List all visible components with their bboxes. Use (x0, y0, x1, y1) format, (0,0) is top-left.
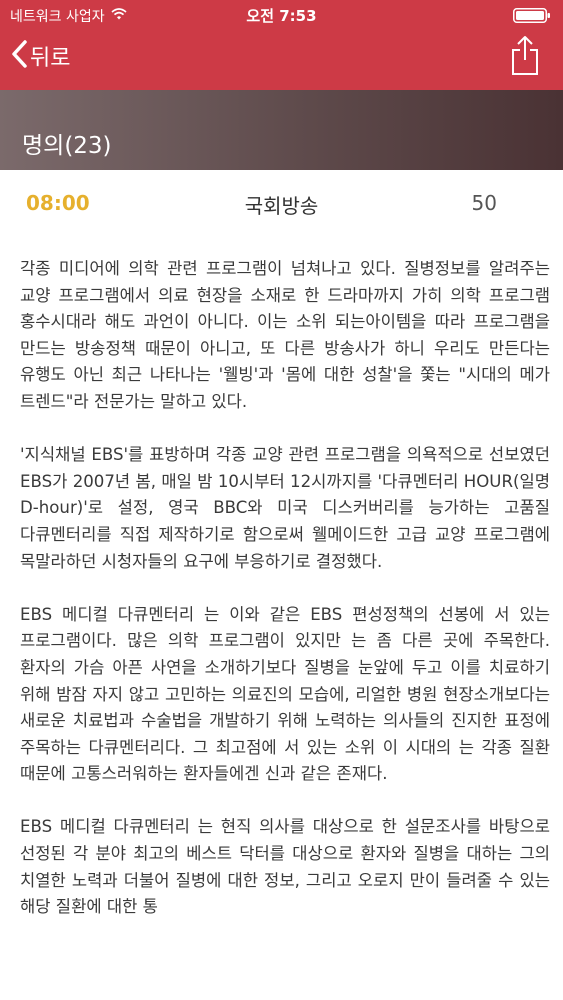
article-paragraph: 각종 미디어에 의학 관련 프로그램이 넘쳐나고 있다. 질병정보를 알려주는 … (20, 259, 550, 411)
battery-icon (513, 8, 551, 23)
back-label: 뒤로 (30, 46, 71, 71)
navigation-bar: 뒤로 (0, 28, 563, 90)
share-button[interactable] (509, 34, 541, 76)
article-body: 각종 미디어에 의학 관련 프로그램이 넘쳐나고 있다. 질병정보를 알려주는 … (20, 256, 550, 947)
section-header: 명의(23) (0, 90, 563, 170)
section-title: 명의(23) (22, 133, 112, 159)
article-paragraph: EBS 메디컬 다큐멘터리 는 이와 같은 EBS 편성정책의 선봉에 서 있는… (20, 604, 550, 784)
status-time: 오전 7:53 (246, 7, 317, 25)
share-icon (512, 36, 538, 75)
program-number: 50 (471, 191, 497, 215)
article-paragraph: EBS 메디컬 다큐멘터리 는 현직 의사를 대상으로 한 설문조사를 바탕으로… (20, 817, 550, 917)
back-button[interactable]: 뒤로 (10, 38, 70, 74)
chevron-left-icon (10, 39, 28, 73)
status-bar: 네트워크 사업자 오전 7:53 (0, 0, 563, 28)
program-info-row: 08:00 국회방송 50 (0, 170, 563, 238)
top-bar: 네트워크 사업자 오전 7:53 뒤로 (0, 0, 563, 90)
article-paragraph: '지식채널 EBS'를 표방하며 각종 교양 관련 프로그램을 의욕적으로 선보… (20, 445, 550, 571)
